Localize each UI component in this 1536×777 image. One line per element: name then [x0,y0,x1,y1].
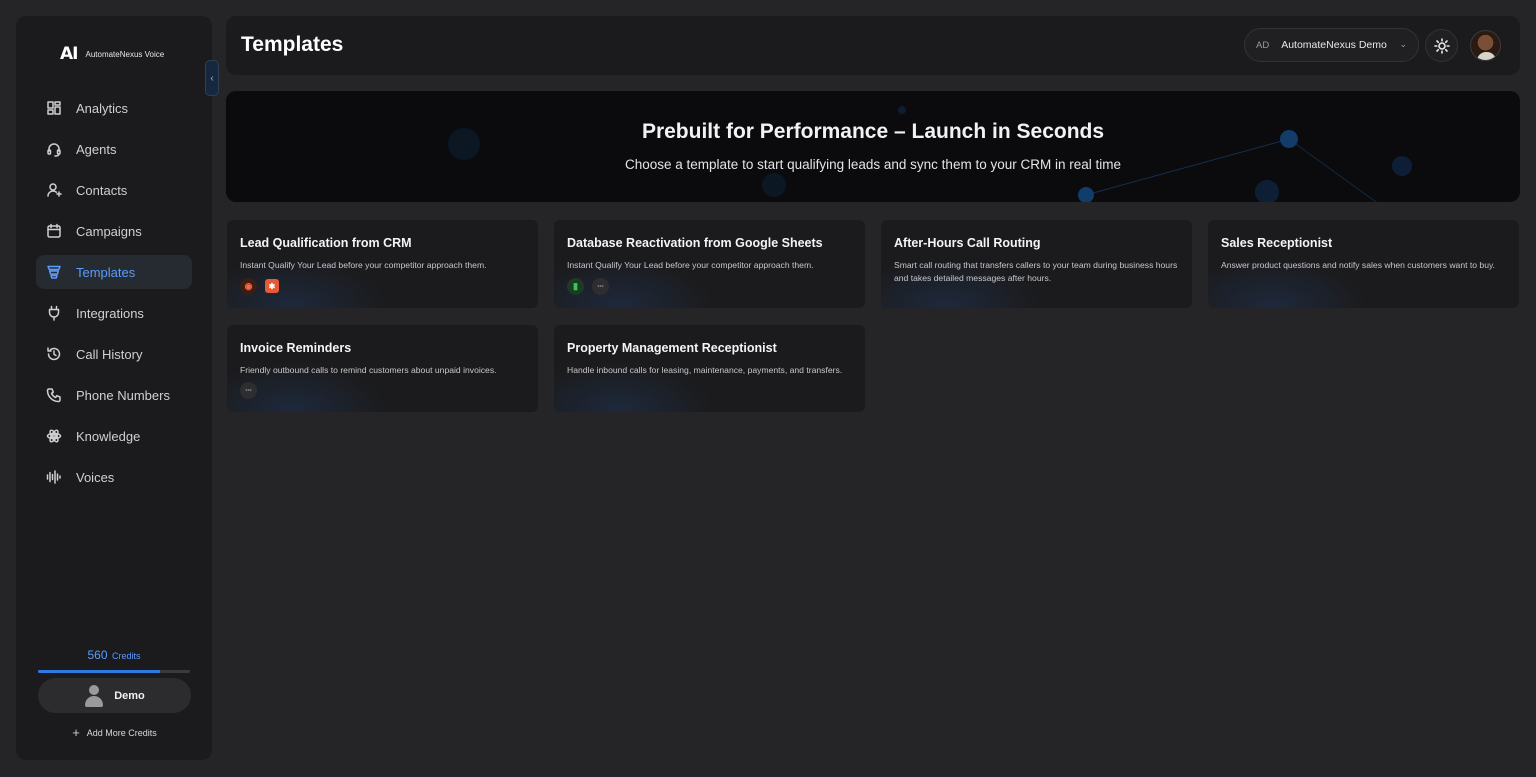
theme-toggle-button[interactable] [1425,29,1458,62]
template-integrations: ▮ ••• [567,278,609,295]
google-sheets-icon: ▮ [567,278,584,295]
page-title: Templates [241,33,344,56]
credits-value: 560 [87,648,108,662]
network-decoration [448,106,1412,202]
hero-banner: Prebuilt for Performance – Launch in Sec… [226,91,1520,202]
template-description: Smart call routing that transfers caller… [894,260,1178,283]
chevron-down-icon: ⌄ [1399,39,1407,49]
sidebar-item-label: Templates [76,264,136,280]
template-description: Instant Qualify Your Lead before your co… [567,260,814,270]
integration-logo-icon: ••• [240,382,257,399]
sidebar: AI AutomateNexus Voice ‹ Analytics Agent… [16,16,219,760]
sidebar-item-label: Integrations [76,305,144,321]
profile-avatar[interactable] [1470,30,1501,61]
template-card-lead-qualification[interactable]: Lead Qualification from CRM Instant Qual… [227,220,538,308]
sidebar-item-label: Call History [76,346,143,362]
collapse-sidebar-button[interactable]: ‹ [205,60,219,96]
add-credits-button[interactable]: + Add More Credits [38,725,191,740]
brand-name: AutomateNexus Voice [85,49,165,59]
template-card-sales-receptionist[interactable]: Sales Receptionist Answer product questi… [1208,220,1519,308]
template-title: Property Management Receptionist [567,341,777,355]
sidebar-item-integrations[interactable]: Integrations [36,296,192,330]
waveform-icon [46,469,62,485]
plug-icon [46,305,62,321]
user-avatar-icon [84,684,104,707]
history-icon [46,346,62,362]
sidebar-nav: Analytics Agents Contacts Campaigns Temp… [36,91,192,501]
headset-icon [46,141,62,157]
sidebar-item-call-history[interactable]: Call History [36,337,192,371]
sidebar-item-analytics[interactable]: Analytics [36,91,192,125]
template-description: Answer product questions and notify sale… [1221,260,1496,270]
sun-icon [1433,37,1450,54]
template-description: Friendly outbound calls to remind custom… [240,365,497,375]
credits-progress-bar [38,670,190,673]
template-card-after-hours-routing[interactable]: After-Hours Call Routing Smart call rout… [881,220,1192,308]
grid-icon [46,100,62,116]
hubspot-icon: ✱ [265,279,279,293]
credits-progress-fill [38,670,160,673]
brand-logo[interactable]: AI AutomateNexus Voice [60,44,164,64]
chevron-left-icon: ‹ [210,72,214,84]
atom-icon [46,428,62,444]
plus-icon: + [72,725,80,740]
template-title: Database Reactivation from Google Sheets [567,236,823,250]
sidebar-item-label: Agents [76,141,117,157]
template-title: After-Hours Call Routing [894,236,1041,250]
sidebar-item-label: Analytics [76,100,129,116]
sidebar-item-voices[interactable]: Voices [36,460,192,494]
sidebar-item-agents[interactable]: Agents [36,132,192,166]
sidebar-item-label: Campaigns [76,223,142,239]
org-initials: AD [1256,39,1270,51]
brand-mark: AI [60,44,79,64]
templates-icon [46,264,62,280]
sidebar-item-templates[interactable]: Templates [36,255,192,289]
sidebar-item-label: Voices [76,469,115,485]
credits-unit: Credits [111,651,141,661]
template-card-invoice-reminders[interactable]: Invoice Reminders Friendly outbound call… [227,325,538,412]
template-title: Sales Receptionist [1221,236,1333,250]
sidebar-item-knowledge[interactable]: Knowledge [36,419,192,453]
sidebar-item-contacts[interactable]: Contacts [36,173,192,207]
org-name: AutomateNexus Demo [1281,39,1387,51]
user-menu-button[interactable]: Demo [38,678,191,713]
sidebar-item-label: Contacts [76,182,128,198]
template-card-database-reactivation[interactable]: Database Reactivation from Google Sheets… [554,220,865,308]
template-description: Handle inbound calls for leasing, mainte… [567,365,843,375]
calendar-icon [46,223,62,239]
template-title: Invoice Reminders [240,341,352,355]
hero-title: Prebuilt for Performance – Launch in Sec… [641,120,1105,143]
organization-selector[interactable]: AD AutomateNexus Demo ⌄ [1244,28,1419,62]
user-icon [46,182,62,198]
top-header: Templates AD AutomateNexus Demo ⌄ [226,16,1520,75]
phone-icon [46,387,62,403]
add-credits-label: Add More Credits [86,727,157,738]
template-card-property-management[interactable]: Property Management Receptionist Handle … [554,325,865,412]
template-title: Lead Qualification from CRM [240,236,412,250]
sidebar-item-phone-numbers[interactable]: Phone Numbers [36,378,192,412]
sidebar-item-label: Knowledge [76,428,141,444]
credits-meter: 560 Credits [38,646,190,673]
template-description: Instant Qualify Your Lead before your co… [240,260,487,270]
template-integrations: ◉ ✱ [240,278,279,295]
sidebar-item-campaigns[interactable]: Campaigns [36,214,192,248]
integration-logo-icon: ••• [592,278,609,295]
template-integrations: ••• [240,382,257,399]
sidebar-item-label: Phone Numbers [76,387,170,403]
hero-subtitle: Choose a template to start qualifying le… [625,157,1121,172]
crm-icon: ◉ [240,278,257,295]
user-name: Demo [114,689,145,702]
